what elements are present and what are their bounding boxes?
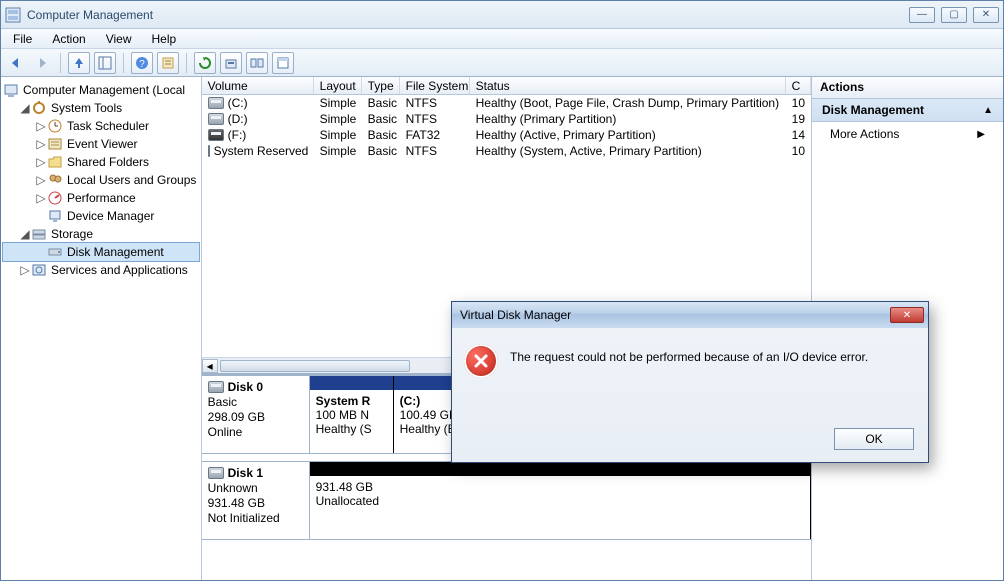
volume-icon [208,97,224,109]
volume-icon [208,113,224,125]
nav-tree: Computer Management (Local ◢ System Tool… [1,77,202,580]
volume-icon [208,129,224,141]
show-hide-console-button[interactable] [94,52,116,74]
menu-action[interactable]: Action [44,30,93,48]
col-fs[interactable]: File System [400,77,470,94]
window-title: Computer Management [27,8,909,22]
toolbar-5[interactable] [220,52,242,74]
col-layout[interactable]: Layout [314,77,362,94]
tree-storage-label: Storage [51,227,93,241]
tree-shared-folders[interactable]: ▷ Shared Folders [3,153,199,171]
tree-disk-management[interactable]: Disk Management [3,243,199,261]
tree-local-users-label: Local Users and Groups [67,173,196,187]
tree-local-users[interactable]: ▷ Local Users and Groups [3,171,199,189]
dialog-titlebar[interactable]: Virtual Disk Manager ✕ [452,302,928,328]
menu-help[interactable]: Help [144,30,185,48]
scroll-left-button[interactable]: ◂ [202,359,218,373]
volume-row[interactable]: (F:) Simple Basic FAT32 Healthy (Active,… [202,127,811,143]
tree-root-label: Computer Management (Local [23,83,185,97]
disk0-status: Online [208,425,303,439]
minimize-button[interactable]: — [909,7,935,23]
col-status[interactable]: Status [470,77,786,94]
dialog-title: Virtual Disk Manager [460,308,571,322]
disk0-part-system-reserved[interactable]: System R 100 MB N Healthy (S [310,376,394,453]
disk1-unallocated[interactable]: 931.48 GB Unallocated [310,462,811,539]
disk0-name: Disk 0 [228,380,263,394]
scroll-thumb[interactable] [220,360,410,372]
disk-icon [208,467,224,479]
help-button[interactable]: ? [131,52,153,74]
menu-file[interactable]: File [5,30,40,48]
col-type[interactable]: Type [362,77,400,94]
tree-services[interactable]: ▷ Services and Applications [3,261,199,279]
app-icon [5,7,21,23]
tree-task-scheduler-label: Task Scheduler [67,119,149,133]
volume-row[interactable]: System Reserved Simple Basic NTFS Health… [202,143,811,159]
tree-system-tools-label: System Tools [51,101,122,115]
tree-performance[interactable]: ▷ Performance [3,189,199,207]
tree-device-manager-label: Device Manager [67,209,154,223]
dialog-close-button[interactable]: ✕ [890,307,924,323]
up-button[interactable] [68,52,90,74]
col-volume[interactable]: Volume [202,77,314,94]
virtual-disk-manager-dialog[interactable]: Virtual Disk Manager ✕ The request could… [451,301,929,463]
disk1-row[interactable]: Disk 1 Unknown 931.48 GB Not Initialized… [202,462,811,540]
col-c[interactable]: C [786,77,811,94]
actions-header: Actions [812,77,1003,99]
tree-task-scheduler[interactable]: ▷ Task Scheduler [3,117,199,135]
tree-disk-management-label: Disk Management [67,245,164,259]
disk1-name: Disk 1 [228,466,263,480]
menubar: File Action View Help [1,29,1003,49]
volume-columns-header[interactable]: Volume Layout Type File System Status C [202,77,811,95]
menu-view[interactable]: View [98,30,140,48]
toolbar-7[interactable] [272,52,294,74]
disk0-size: 298.09 GB [208,410,303,424]
volume-icon [208,145,210,157]
tree-performance-label: Performance [67,191,136,205]
disk-icon [208,381,224,393]
chevron-right-icon: ▶ [977,129,985,140]
toolbar-6[interactable] [246,52,268,74]
volume-row[interactable]: (C:) Simple Basic NTFS Healthy (Boot, Pa… [202,95,811,111]
close-button[interactable]: ✕ [973,7,999,23]
properties-button[interactable] [157,52,179,74]
toolbar: ? [1,49,1003,77]
ok-button[interactable]: OK [834,428,914,450]
back-button[interactable] [5,52,27,74]
tree-root[interactable]: Computer Management (Local [3,81,199,99]
computer-management-window: Computer Management — ▢ ✕ File Action Vi… [0,0,1004,581]
dialog-message: The request could not be performed becau… [510,344,868,364]
tree-storage[interactable]: ◢ Storage [3,225,199,243]
error-icon [464,344,498,378]
maximize-button[interactable]: ▢ [941,7,967,23]
disk1-header: Disk 1 Unknown 931.48 GB Not Initialized [202,462,310,539]
action-more-actions[interactable]: More Actions ▶ [812,122,1003,146]
disk1-status: Not Initialized [208,511,303,525]
disk1-type: Unknown [208,481,303,495]
tree-system-tools[interactable]: ◢ System Tools [3,99,199,117]
disk1-size: 931.48 GB [208,496,303,510]
disk0-type: Basic [208,395,303,409]
tree-device-manager[interactable]: Device Manager [3,207,199,225]
window-buttons: — ▢ ✕ [909,7,999,23]
tree-services-label: Services and Applications [51,263,188,277]
collapse-icon: ▲ [983,105,993,116]
disk0-header: Disk 0 Basic 298.09 GB Online [202,376,310,453]
titlebar[interactable]: Computer Management — ▢ ✕ [1,1,1003,29]
volume-row[interactable]: (D:) Simple Basic NTFS Healthy (Primary … [202,111,811,127]
tree-shared-folders-label: Shared Folders [67,155,149,169]
actions-group-disk-management[interactable]: Disk Management ▲ [812,99,1003,122]
forward-button[interactable] [31,52,53,74]
svg-text:?: ? [139,59,145,70]
refresh-button[interactable] [194,52,216,74]
tree-event-viewer[interactable]: ▷ Event Viewer [3,135,199,153]
tree-event-viewer-label: Event Viewer [67,137,137,151]
